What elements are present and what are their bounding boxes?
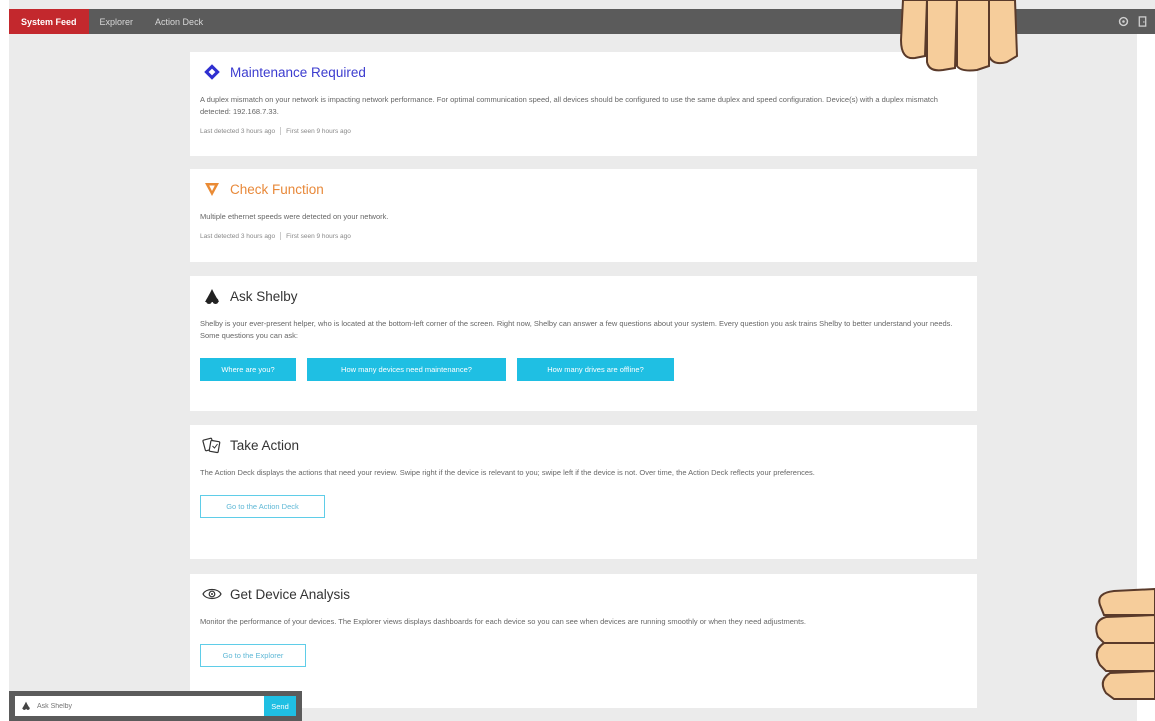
card-body: Monitor the performance of your devices.… xyxy=(200,617,807,626)
triangle-warning-icon xyxy=(200,177,224,201)
card-body: Multiple ethernet speeds were detected o… xyxy=(200,212,389,221)
take-action-card: Take Action The Action Deck displays the… xyxy=(190,425,977,559)
tab-explorer[interactable]: Explorer xyxy=(89,9,145,34)
ask-shelby-field[interactable] xyxy=(15,696,264,716)
card-title: Ask Shelby xyxy=(230,288,298,304)
where-are-you-button[interactable]: Where are you? xyxy=(200,358,296,381)
card-title: Take Action xyxy=(230,437,300,453)
shelby-icon xyxy=(200,284,224,308)
question-buttons: Where are you? How many devices need mai… xyxy=(200,358,967,381)
ask-shelby-card: Ask Shelby Shelby is your ever-present h… xyxy=(190,276,977,411)
cards-icon xyxy=(200,433,224,457)
first-seen: First seen 9 hours ago xyxy=(286,127,351,135)
devices-maintenance-button[interactable]: How many devices need maintenance? xyxy=(307,358,506,381)
card-body: A duplex mismatch on your network is imp… xyxy=(200,95,938,116)
card-title: Get Device Analysis xyxy=(230,586,351,602)
diamond-alert-icon xyxy=(200,60,224,84)
card-body: The Action Deck displays the actions tha… xyxy=(200,468,815,477)
card-meta: Last detected 3 hours ago First seen 9 h… xyxy=(200,127,967,135)
ask-shelby-bar: Send xyxy=(9,691,302,721)
card-title: Maintenance Required xyxy=(230,64,366,80)
first-seen: First seen 9 hours ago xyxy=(286,232,351,240)
check-function-card[interactable]: Check Function Multiple ethernet speeds … xyxy=(190,169,977,262)
send-button[interactable]: Send xyxy=(264,696,296,716)
hand-right-icon xyxy=(1095,587,1155,700)
tab-system-feed[interactable]: System Feed xyxy=(9,9,89,34)
shelby-icon xyxy=(21,697,31,715)
ask-shelby-input[interactable] xyxy=(37,702,237,710)
gear-icon[interactable] xyxy=(1118,16,1129,27)
exit-icon[interactable] xyxy=(1138,16,1147,27)
card-meta: Last detected 3 hours ago First seen 9 h… xyxy=(200,232,967,240)
last-detected: Last detected 3 hours ago xyxy=(200,232,276,240)
left-margin xyxy=(0,0,9,721)
explorer-button[interactable]: Go to the Explorer xyxy=(200,644,306,667)
eye-icon xyxy=(200,582,224,606)
maintenance-card[interactable]: Maintenance Required A duplex mismatch o… xyxy=(190,52,977,156)
hand-top-icon xyxy=(899,0,1019,72)
action-deck-button[interactable]: Go to the Action Deck xyxy=(200,495,325,518)
card-body: Shelby is your ever-present helper, who … xyxy=(200,319,953,340)
card-title: Check Function xyxy=(230,181,324,197)
device-analysis-card: Get Device Analysis Monitor the performa… xyxy=(190,574,977,708)
drives-offline-button[interactable]: How many drives are offline? xyxy=(517,358,674,381)
tab-action-deck[interactable]: Action Deck xyxy=(144,9,214,34)
last-detected: Last detected 3 hours ago xyxy=(200,127,276,135)
